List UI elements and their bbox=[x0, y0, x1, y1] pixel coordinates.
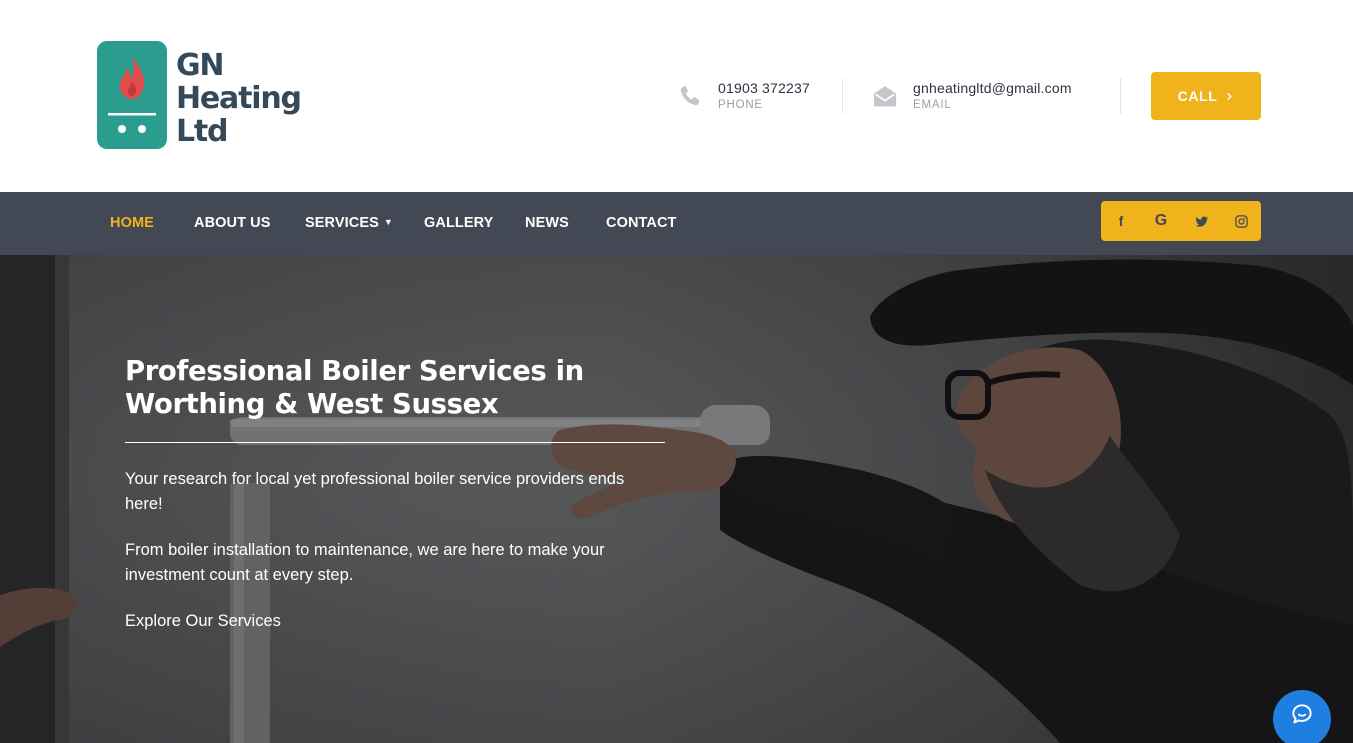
logo[interactable]: GN Heating Ltd bbox=[97, 41, 312, 153]
logo-mark-icon bbox=[97, 41, 167, 149]
phone-icon bbox=[680, 85, 700, 106]
nav-item-gallery[interactable]: GALLERY bbox=[424, 215, 493, 231]
instagram-glyph-icon bbox=[1234, 214, 1248, 228]
nav-item-services-label: SERVICES bbox=[305, 215, 379, 231]
google-icon[interactable]: G bbox=[1141, 201, 1181, 241]
hero-banner: Professional Boiler Services in Worthing… bbox=[0, 255, 1353, 743]
logo-text-line2: Heating bbox=[176, 81, 302, 116]
twitter-bird-icon bbox=[1194, 215, 1208, 227]
call-button-label: CALL bbox=[1177, 88, 1218, 104]
email-contact[interactable]: gnheatingltd@gmail.com EMAIL bbox=[871, 78, 1101, 118]
hero-divider bbox=[125, 442, 665, 443]
email-label: EMAIL bbox=[913, 99, 952, 111]
chevron-down-icon: ▼ bbox=[383, 217, 393, 227]
contact-divider bbox=[1120, 78, 1121, 114]
phone-number: 01903 372237 bbox=[718, 80, 810, 96]
social-links: f G bbox=[1101, 201, 1261, 241]
hero-paragraph-2: From boiler installation to maintenance,… bbox=[125, 541, 605, 584]
site-header: GN Heating Ltd 01903 372237 PHONE gnheat… bbox=[0, 0, 1353, 192]
chat-button[interactable] bbox=[1273, 690, 1331, 743]
twitter-icon[interactable] bbox=[1181, 201, 1221, 241]
phone-label: PHONE bbox=[718, 99, 763, 111]
nav-item-home[interactable]: HOME bbox=[110, 215, 154, 231]
contact-divider bbox=[842, 78, 843, 114]
instagram-icon[interactable] bbox=[1221, 201, 1261, 241]
logo-text-line1: GN bbox=[176, 48, 225, 83]
hero-content: Professional Boiler Services in Worthing… bbox=[125, 355, 685, 634]
hero-title: Professional Boiler Services in Worthing… bbox=[125, 355, 685, 421]
hero-title-line2: Worthing & West Sussex bbox=[125, 388, 499, 420]
nav-item-about-us[interactable]: ABOUT US bbox=[194, 215, 271, 231]
facebook-glyph: f bbox=[1118, 213, 1124, 229]
call-button[interactable]: CALL bbox=[1151, 72, 1261, 120]
envelope-icon bbox=[873, 86, 897, 107]
nav-item-contact[interactable]: CONTACT bbox=[606, 215, 677, 231]
nav-item-news[interactable]: NEWS bbox=[525, 215, 569, 231]
google-glyph: G bbox=[1154, 212, 1168, 229]
nav-item-services[interactable]: SERVICES ▼ bbox=[305, 215, 393, 231]
explore-services-link[interactable]: Explore Our Services bbox=[125, 612, 281, 630]
logo-text: GN Heating Ltd bbox=[176, 48, 302, 149]
chat-bubble-icon bbox=[1292, 704, 1312, 724]
chevron-right-icon bbox=[1227, 92, 1233, 100]
hero-title-line1: Professional Boiler Services in bbox=[125, 355, 584, 387]
email-address: gnheatingltd@gmail.com bbox=[913, 80, 1072, 96]
facebook-icon[interactable]: f bbox=[1101, 201, 1141, 241]
logo-text-line3: Ltd bbox=[176, 114, 229, 149]
phone-contact[interactable]: 01903 372237 PHONE bbox=[676, 78, 836, 118]
hero-paragraph-1: Your research for local yet professional… bbox=[125, 470, 625, 513]
